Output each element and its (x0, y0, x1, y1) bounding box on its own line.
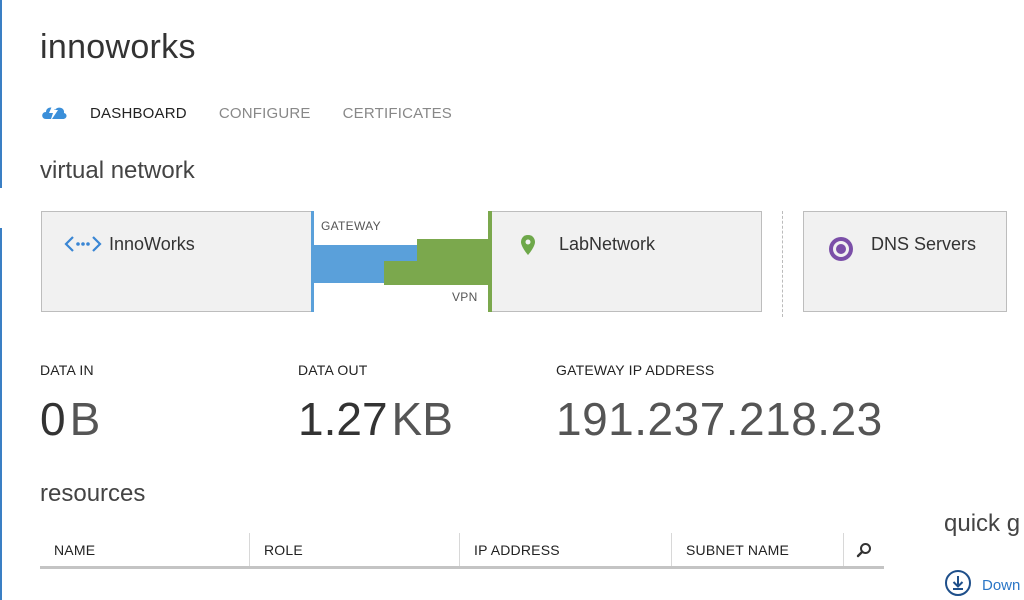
virtual-network-heading: virtual network (40, 157, 195, 184)
gateway-ip-label: GATEWAY IP ADDRESS (556, 362, 715, 378)
vpn-out-bar (384, 261, 490, 285)
left-accent-rule (0, 0, 2, 188)
vpn-caption: VPN (452, 290, 478, 304)
local-network-card[interactable]: InnoWorks (41, 211, 313, 312)
download-icon (944, 569, 972, 600)
tab-dashboard[interactable]: DASHBOARD (90, 105, 187, 122)
vpn-top-bar (417, 239, 490, 261)
local-network-label: InnoWorks (109, 234, 195, 254)
data-in-value: 0B (40, 392, 100, 446)
data-out-label: DATA OUT (298, 362, 368, 378)
resources-table-header: NAME ROLE IP ADDRESS SUBNET NAME (40, 533, 884, 569)
divider (782, 211, 783, 317)
tab-bar: DASHBOARD CONFIGURE CERTIFICATES (40, 99, 484, 127)
dns-target-icon (826, 234, 856, 269)
tab-configure[interactable]: CONFIGURE (219, 105, 311, 122)
search-icon[interactable] (844, 533, 884, 566)
column-header-role[interactable]: ROLE (250, 533, 460, 566)
tab-certificates[interactable]: CERTIFICATES (343, 105, 452, 122)
download-link[interactable]: Down (944, 569, 1020, 600)
gateway-caption: GATEWAY (321, 219, 381, 233)
data-in-label: DATA IN (40, 362, 94, 378)
left-accent-rule-lower (0, 228, 2, 600)
page-title: innoworks (40, 28, 196, 66)
data-out-value: 1.27KB (298, 392, 453, 446)
remote-network-label: LabNetwork (559, 234, 656, 254)
gateway-ip-value: 191.237.218.23 (556, 393, 883, 445)
map-pin-icon (520, 234, 536, 265)
dns-servers-card[interactable]: DNS Servers (803, 211, 1007, 312)
column-header-subnet-name[interactable]: SUBNET NAME (672, 533, 844, 566)
column-header-name[interactable]: NAME (40, 533, 250, 566)
data-in-unit: B (69, 393, 101, 445)
data-in-number: 0 (40, 393, 66, 445)
cloud-services-icon[interactable] (40, 101, 68, 125)
data-out-unit: KB (391, 393, 453, 445)
gateway-left-edge (311, 211, 314, 312)
dns-servers-label: DNS Servers (871, 234, 977, 254)
virtual-network-icon (64, 234, 102, 259)
download-link-label: Down (982, 577, 1021, 594)
resources-heading: resources (40, 480, 146, 507)
quick-glance-heading: quick g (944, 510, 1021, 537)
column-header-ip-address[interactable]: IP ADDRESS (460, 533, 672, 566)
data-out-number: 1.27 (298, 393, 388, 445)
remote-network-card[interactable]: LabNetwork (492, 211, 762, 312)
